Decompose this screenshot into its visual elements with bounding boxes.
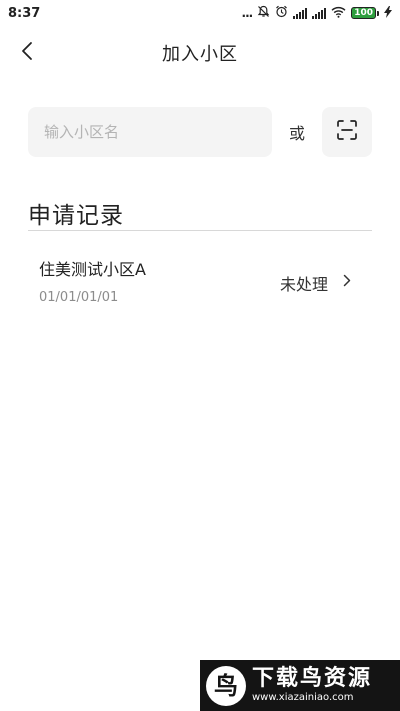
record-date: 01/01/01/01 — [39, 290, 119, 305]
more-dots-icon: ... — [241, 6, 254, 20]
back-button[interactable] — [12, 36, 42, 70]
watermark-banner: 鸟 下载鸟资源 www.xiazainiao.com — [200, 660, 400, 711]
scan-button[interactable] — [322, 107, 372, 157]
records-section-title: 申请记录 — [28, 203, 124, 229]
wifi-icon — [331, 6, 346, 21]
alarm-icon — [275, 5, 288, 21]
status-time: 8:37 — [8, 5, 41, 21]
page-title: 加入小区 — [162, 44, 238, 65]
signal-icon — [312, 7, 327, 19]
record-status: 未处理 — [279, 275, 328, 294]
status-bar: 8:37 ... 100 — [0, 0, 400, 26]
chevron-right-icon — [340, 272, 354, 288]
mute-icon — [257, 5, 270, 21]
status-icons: ... 100 — [242, 5, 392, 21]
community-search-input[interactable] — [28, 107, 272, 157]
section-divider — [28, 230, 372, 231]
header: 加入小区 — [0, 30, 400, 76]
watermark-name: 下载鸟资源 — [252, 666, 373, 692]
watermark-url: www.xiazainiao.com — [252, 691, 354, 703]
search-row: 或 — [28, 107, 372, 157]
battery-icon: 100 — [351, 7, 379, 19]
battery-level: 100 — [354, 7, 373, 18]
application-record-item[interactable]: 住美测试小区A 01/01/01/01 未处理 — [28, 244, 372, 318]
bird-logo-icon: 鸟 — [206, 665, 246, 706]
record-community-name: 住美测试小区A — [39, 260, 146, 279]
scan-icon — [337, 120, 357, 144]
chevron-left-icon — [21, 41, 33, 65]
signal-icon — [293, 7, 308, 19]
charging-icon — [384, 5, 392, 21]
or-label: 或 — [288, 124, 305, 143]
